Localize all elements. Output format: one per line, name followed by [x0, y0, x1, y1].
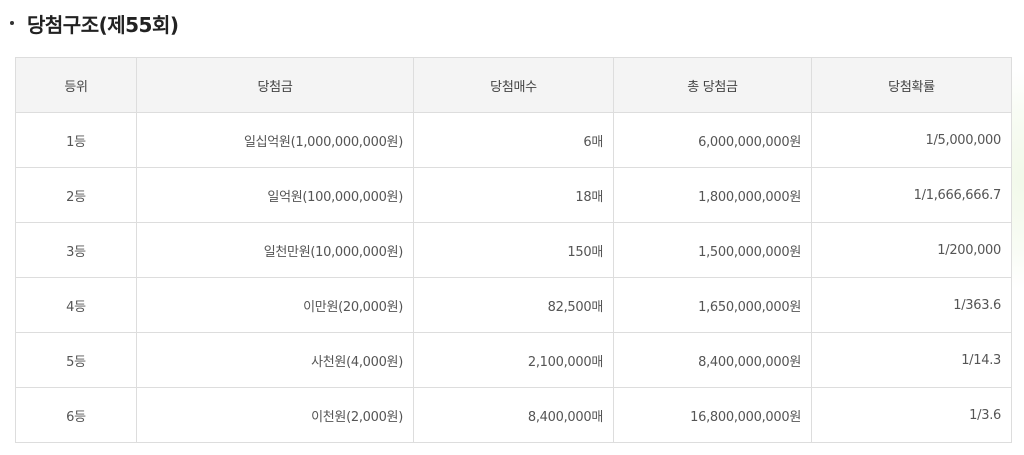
- table-row: 6등 이천원(2,000원) 8,400,000매 16,800,000,000…: [15, 387, 1012, 443]
- rank-cell: 5등: [15, 332, 137, 388]
- prize-cell: 일억원(100,000,000원): [136, 167, 414, 223]
- table-header-row: 등위 당첨금 당첨매수 총 당첨금 당첨확률: [15, 57, 1012, 113]
- column-header-count: 당첨매수: [413, 57, 614, 113]
- column-header-total: 총 당첨금: [613, 57, 812, 113]
- section-title: 당첨구조(제55회): [27, 12, 179, 37]
- column-header-odds: 당첨확률: [811, 57, 1012, 113]
- total-cell: 6,000,000,000원: [613, 112, 812, 168]
- total-cell: 8,400,000,000원: [613, 332, 812, 388]
- total-cell: 1,650,000,000원: [613, 277, 812, 333]
- total-cell: 16,800,000,000원: [613, 387, 812, 443]
- count-cell: 2,100,000매: [413, 332, 614, 388]
- total-cell: 1,500,000,000원: [613, 222, 812, 278]
- prize-cell: 일십억원(1,000,000,000원): [136, 112, 414, 168]
- total-cell: 1,800,000,000원: [613, 167, 812, 223]
- table-row: 4등 이만원(20,000원) 82,500매 1,650,000,000원 1…: [15, 277, 1012, 333]
- column-header-rank: 등위: [15, 57, 137, 113]
- section-header: 당첨구조(제55회): [10, 8, 179, 38]
- table-row: 2등 일억원(100,000,000원) 18매 1,800,000,000원 …: [15, 167, 1012, 223]
- odds-cell: 1/5,000,000: [811, 112, 1012, 168]
- odds-cell: 1/14.3: [811, 332, 1012, 388]
- rank-cell: 1등: [15, 112, 137, 168]
- count-cell: 150매: [413, 222, 614, 278]
- count-cell: 18매: [413, 167, 614, 223]
- odds-cell: 1/1,666,666.7: [811, 167, 1012, 223]
- odds-cell: 1/363.6: [811, 277, 1012, 333]
- column-header-prize: 당첨금: [136, 57, 414, 113]
- prize-structure-table: 등위 당첨금 당첨매수 총 당첨금 당첨확률 1등 일십억원(1,000,000…: [15, 57, 1012, 443]
- table-row: 5등 사천원(4,000원) 2,100,000매 8,400,000,000원…: [15, 332, 1012, 388]
- bullet-icon: [10, 21, 14, 25]
- prize-cell: 일천만원(10,000,000원): [136, 222, 414, 278]
- table-row: 1등 일십억원(1,000,000,000원) 6매 6,000,000,000…: [15, 112, 1012, 168]
- rank-cell: 2등: [15, 167, 137, 223]
- count-cell: 8,400,000매: [413, 387, 614, 443]
- rank-cell: 6등: [15, 387, 137, 443]
- prize-cell: 사천원(4,000원): [136, 332, 414, 388]
- table-row: 3등 일천만원(10,000,000원) 150매 1,500,000,000원…: [15, 222, 1012, 278]
- rank-cell: 4등: [15, 277, 137, 333]
- count-cell: 82,500매: [413, 277, 614, 333]
- odds-cell: 1/200,000: [811, 222, 1012, 278]
- odds-cell: 1/3.6: [811, 387, 1012, 443]
- prize-cell: 이만원(20,000원): [136, 277, 414, 333]
- rank-cell: 3등: [15, 222, 137, 278]
- prize-cell: 이천원(2,000원): [136, 387, 414, 443]
- count-cell: 6매: [413, 112, 614, 168]
